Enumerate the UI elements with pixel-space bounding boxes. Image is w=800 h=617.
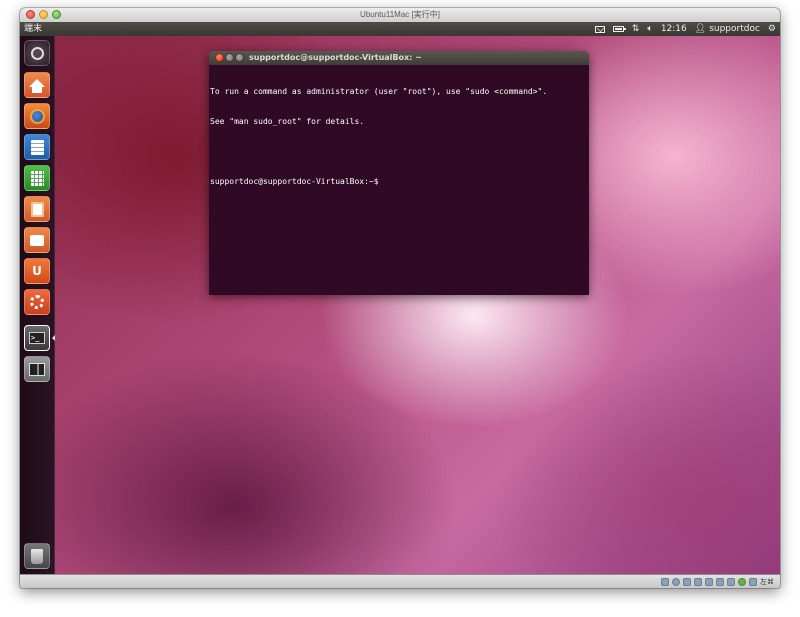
usb-icon[interactable] (683, 578, 691, 586)
username[interactable]: supportdoc (709, 22, 760, 36)
ubuntu-one-launcher[interactable]: U (24, 258, 50, 284)
host-key-label: 左⌘ (760, 578, 774, 586)
display-icon[interactable] (716, 578, 724, 586)
ubuntu-top-panel: 端末 ⇅ 🔈︎ 12:16 👤︎ supportdoc ⚙ (20, 22, 780, 36)
shared-folders-icon[interactable] (694, 578, 702, 586)
virtualbox-window: Ubuntu11Mac [実行中] 端末 ⇅ 🔈︎ 12:16 👤︎ suppo… (20, 8, 780, 588)
impress-icon (30, 201, 44, 217)
host-window-title: Ubuntu11Mac [実行中] (360, 10, 440, 19)
settings-icon (30, 295, 44, 309)
volume-icon[interactable]: 🔈︎ (647, 22, 652, 36)
optical-drive-icon[interactable] (672, 578, 680, 586)
network-icon[interactable]: ⇅ (632, 22, 640, 36)
firefox-icon (29, 108, 45, 124)
ubuntu-logo-icon (30, 46, 44, 60)
terminal-line: To run a command as administrator (user … (210, 87, 548, 96)
terminal-maximize-button[interactable] (235, 53, 244, 62)
calc-icon (30, 170, 44, 186)
terminal-window[interactable]: supportdoc@supportdoc-VirtualBox: ~ To r… (209, 51, 589, 295)
keyboard-capture-icon[interactable] (749, 578, 757, 586)
terminal-title: supportdoc@supportdoc-VirtualBox: ~ (249, 53, 422, 62)
trash-launcher[interactable] (24, 543, 50, 569)
terminal-close-button[interactable] (215, 53, 224, 62)
active-indicator (52, 335, 55, 341)
calc-launcher[interactable] (24, 165, 50, 191)
software-center-launcher[interactable] (24, 227, 50, 253)
trash-icon (31, 548, 43, 564)
ubuntu-one-icon: U (32, 264, 42, 278)
indicator-area: ⇅ 🔈︎ 12:16 👤︎ supportdoc ⚙ (594, 22, 776, 36)
active-app-name[interactable]: 端末 (24, 22, 42, 36)
dash-home-button[interactable] (24, 40, 50, 66)
workspaces-icon (29, 362, 45, 376)
host-titlebar: Ubuntu11Mac [実行中] (20, 8, 780, 23)
impress-launcher[interactable] (24, 196, 50, 222)
system-settings-launcher[interactable] (24, 289, 50, 315)
terminal-titlebar[interactable]: supportdoc@supportdoc-VirtualBox: ~ (209, 51, 589, 66)
video-capture-icon[interactable] (727, 578, 735, 586)
unity-launcher: U >_ (20, 36, 55, 574)
mail-icon[interactable] (594, 25, 605, 33)
terminal-minimize-button[interactable] (225, 53, 234, 62)
vm-status-bar: 左⌘ (20, 574, 780, 588)
terminal-output[interactable]: To run a command as administrator (user … (209, 65, 589, 295)
network-adapter-icon[interactable] (705, 578, 713, 586)
home-folder-icon (29, 79, 45, 93)
terminal-launcher[interactable]: >_ (24, 325, 50, 351)
mouse-integration-icon[interactable] (738, 578, 746, 586)
firefox-launcher[interactable] (24, 103, 50, 129)
status-icons: 左⌘ (661, 577, 774, 587)
clock[interactable]: 12:16 (661, 22, 687, 36)
user-icon[interactable]: 👤︎ (695, 22, 706, 36)
terminal-line: See "man sudo_root" for details. (210, 117, 365, 126)
workspace-switcher-launcher[interactable] (24, 356, 50, 382)
writer-icon (30, 139, 44, 155)
home-folder-launcher[interactable] (24, 72, 50, 98)
writer-launcher[interactable] (24, 134, 50, 160)
hard-disk-icon[interactable] (661, 578, 669, 586)
terminal-prompt: supportdoc@supportdoc-VirtualBox:~$ (210, 177, 379, 186)
software-center-icon (30, 234, 44, 246)
gear-icon[interactable]: ⚙ (768, 22, 776, 36)
battery-icon[interactable] (612, 26, 626, 32)
terminal-icon: >_ (29, 332, 45, 344)
